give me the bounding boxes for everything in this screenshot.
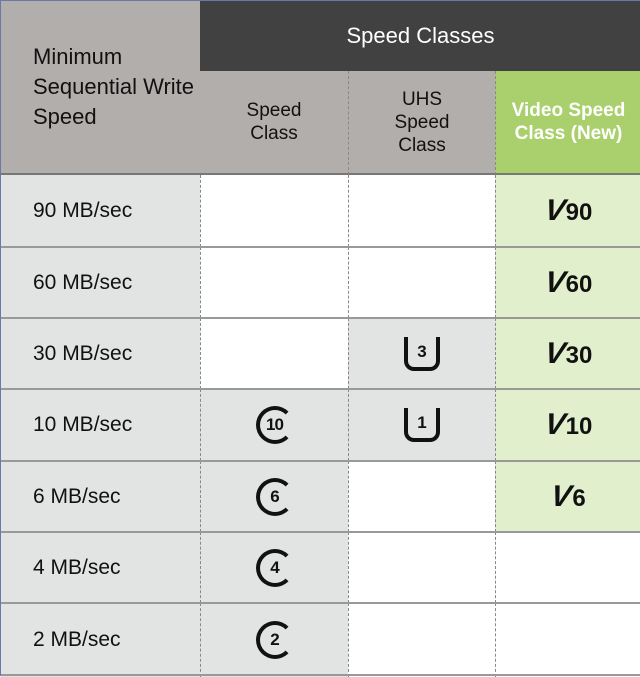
header-speed-class: Speed Class	[200, 71, 348, 175]
speed-class-cell	[200, 318, 348, 389]
uhs-cell	[348, 532, 495, 603]
row-speed-label: 90 MB/sec	[1, 175, 200, 247]
row-speed-label: 60 MB/sec	[1, 247, 200, 318]
row-divider	[1, 531, 640, 533]
header-min-speed: Minimum Sequential Write Speed	[1, 1, 200, 175]
v-mark: V	[542, 265, 568, 299]
v-mark: V	[542, 194, 568, 227]
speed-class-cell: 6	[200, 461, 348, 532]
row-divider	[1, 602, 640, 604]
video-value: 10	[565, 413, 593, 440]
video-cell: V 30	[495, 318, 640, 389]
speed-class-cell: 4	[200, 532, 348, 603]
video-cell: V6	[495, 461, 640, 532]
header-video-label: Video Speed Class (New)	[511, 100, 626, 144]
header-speed-class-label: Speed Class	[246, 100, 302, 144]
header-video-speed-class: Video Speed Class (New)	[495, 71, 640, 175]
video-speed-icon: V 30	[542, 336, 593, 371]
speed-class-value: 6	[270, 486, 280, 506]
row-divider	[1, 246, 640, 248]
row-speed-label: 10 MB/sec	[1, 389, 200, 461]
row-speed-label: 4 MB/sec	[1, 532, 200, 603]
uhs-cell	[348, 603, 495, 677]
row-divider	[1, 388, 640, 390]
uhs-icon: 3	[404, 336, 440, 371]
video-cell: V 10	[495, 389, 640, 461]
video-value: 90	[565, 199, 593, 226]
video-speed-icon: V6	[549, 479, 586, 514]
video-value: 6	[572, 484, 586, 512]
speed-class-icon: 4	[255, 548, 294, 587]
video-cell: V 90	[495, 175, 640, 247]
v-mark: V	[542, 336, 568, 370]
uhs-cell	[348, 175, 495, 247]
uhs-cell	[348, 247, 495, 318]
speed-class-table: Minimum Sequential Write Speed Speed Cla…	[0, 0, 640, 677]
header-uhs-speed-class: UHS Speed Class	[348, 71, 495, 175]
row-speed-label: 2 MB/sec	[1, 603, 200, 677]
v-mark: V	[549, 479, 574, 513]
uhs-value: 3	[417, 341, 427, 361]
video-speed-icon: V 90	[542, 194, 593, 228]
speed-class-cell	[200, 175, 348, 247]
v-mark: V	[542, 408, 568, 441]
speed-class-value: 10	[266, 415, 284, 434]
uhs-cell	[348, 461, 495, 532]
speed-class-cell	[200, 247, 348, 318]
speed-class-value: 2	[270, 630, 280, 649]
uhs-cell: 3	[348, 318, 495, 389]
row-divider	[1, 317, 640, 319]
video-cell	[495, 532, 640, 603]
uhs-value: 1	[417, 413, 427, 432]
uhs-icon: 1	[404, 408, 440, 442]
speed-class-cell: 2	[200, 603, 348, 677]
row-speed-label: 30 MB/sec	[1, 318, 200, 389]
video-cell	[495, 603, 640, 677]
speed-class-value: 4	[270, 557, 280, 577]
speed-class-icon: 6	[255, 477, 294, 516]
row-speed-label: 6 MB/sec	[1, 461, 200, 532]
speed-class-icon: 2	[255, 621, 294, 659]
row-divider	[1, 460, 640, 462]
video-value: 30	[565, 341, 593, 369]
header-speed-classes: Speed Classes	[200, 1, 640, 71]
speed-class-icon: 10	[255, 406, 294, 444]
video-value: 60	[565, 270, 593, 298]
uhs-cell: 1	[348, 389, 495, 461]
header-uhs-label: UHS Speed Class	[394, 88, 450, 156]
video-cell: V 60	[495, 247, 640, 318]
video-speed-icon: V 10	[542, 408, 593, 442]
video-speed-icon: V 60	[542, 265, 593, 300]
speed-class-cell: 10	[200, 389, 348, 461]
